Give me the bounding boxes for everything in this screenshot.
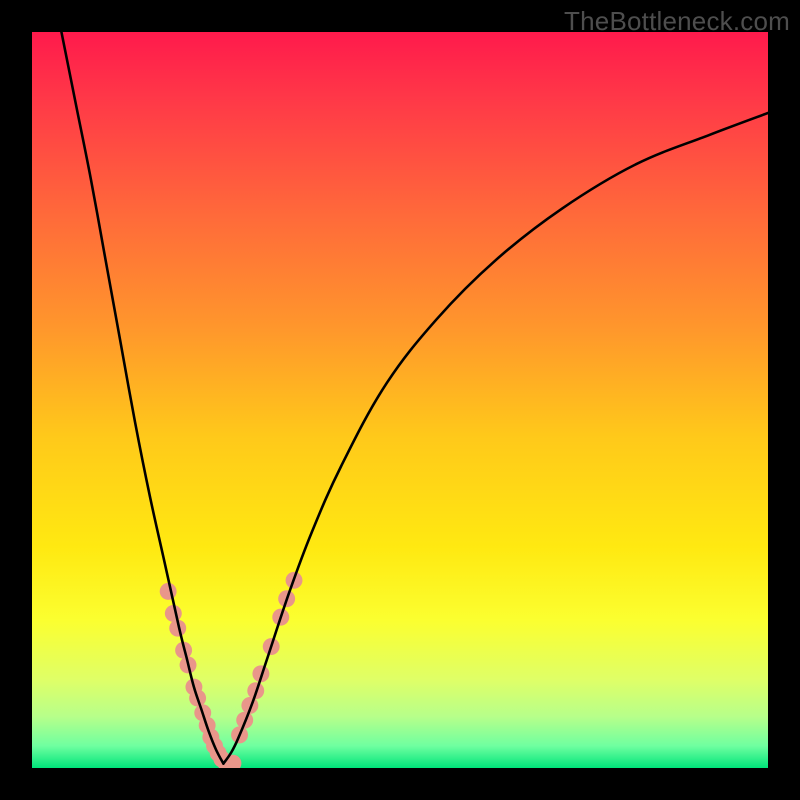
curve-left-branch [61, 32, 223, 764]
curves-layer [32, 32, 768, 768]
watermark-text: TheBottleneck.com [564, 6, 790, 37]
curve-right-branch [223, 113, 768, 764]
plot-area [32, 32, 768, 768]
chart-frame: TheBottleneck.com [0, 0, 800, 800]
data-marker [160, 583, 177, 600]
marker-layer [160, 572, 303, 768]
